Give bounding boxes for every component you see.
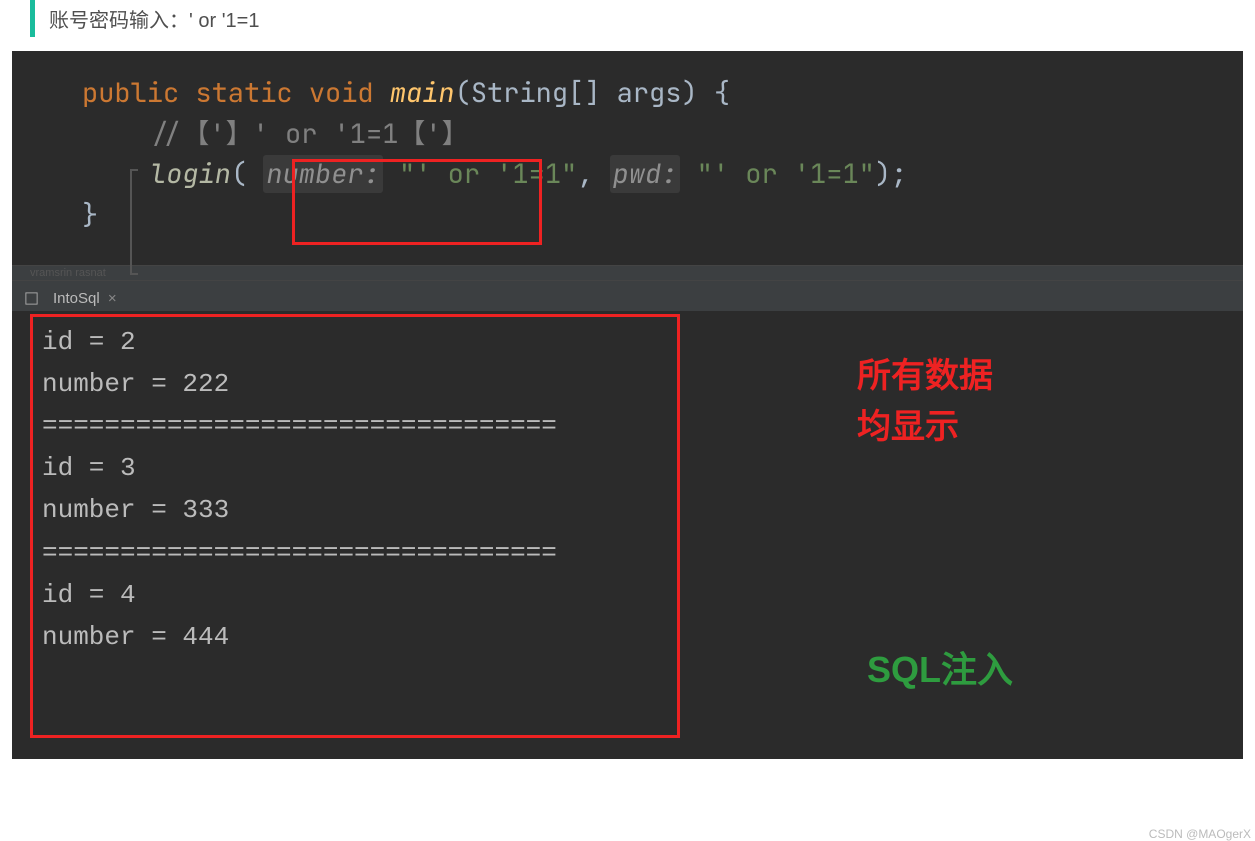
status-strip: vramsrin rasnat — [12, 265, 1243, 281]
cruft-right — [1222, 267, 1225, 279]
cruft-left: vramsrin rasnat — [30, 267, 106, 279]
output-pane: id = 2 number = 222 ====================… — [12, 311, 1243, 759]
comment-line: //【'】' or '1=1【'】 — [150, 116, 469, 152]
code-line-2: //【'】' or '1=1【'】 — [82, 114, 1203, 155]
string-pwd: "' or '1=1" — [697, 156, 875, 192]
close-brace: } — [82, 197, 98, 233]
anno-red-l1: 所有数据 — [857, 351, 993, 402]
fn-login: login — [150, 156, 231, 192]
run-tool-icon — [24, 291, 39, 306]
quote-block: 账号密码输入：' or '1=1 — [30, 0, 1225, 37]
quote-text: 账号密码输入：' or '1=1 — [49, 10, 259, 32]
annotation-red: 所有数据 均显示 — [857, 351, 993, 453]
anno-red-l2: 均显示 — [857, 402, 993, 453]
code-line-4: } — [82, 195, 1203, 236]
code-line-3: login( number: "' or '1=1", pwd: "' or '… — [82, 154, 1203, 195]
fn-main: main — [390, 75, 455, 111]
call-end: ); — [875, 156, 907, 192]
tab-label: IntoSql — [53, 290, 100, 307]
tab-intosql[interactable]: IntoSql × — [45, 286, 125, 311]
highlight-box-output — [30, 314, 680, 738]
param-pwd: pwd: — [610, 155, 681, 193]
ide-container: public static void main(String[] args) {… — [12, 51, 1243, 759]
close-icon[interactable]: × — [108, 290, 117, 307]
open-paren: ( — [231, 156, 263, 192]
editor-pane: public static void main(String[] args) {… — [12, 51, 1243, 265]
fold-gutter — [130, 169, 138, 275]
highlight-box-code — [292, 159, 542, 245]
keyword-void: void — [309, 75, 374, 111]
run-tabs: IntoSql × — [12, 281, 1243, 311]
keyword-static: static — [195, 75, 292, 111]
code-line-1: public static void main(String[] args) { — [82, 73, 1203, 114]
main-params: (String[] args) { — [455, 75, 730, 111]
comma: , — [577, 156, 609, 192]
keyword-public: public — [82, 75, 179, 111]
annotation-green: SQL注入 — [867, 641, 1013, 699]
watermark: CSDN @MAOgerX — [1149, 827, 1251, 841]
